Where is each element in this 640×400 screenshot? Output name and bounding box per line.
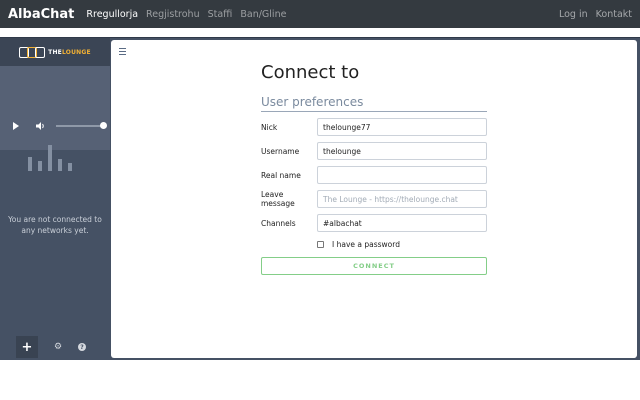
audio-visualizer	[28, 141, 78, 171]
help-icon: ?	[78, 343, 86, 351]
connect-form: Connect to User preferences Nick theloun…	[261, 62, 487, 275]
top-navbar: AlbaChat Rregullorja Regjistrohu Staffi …	[0, 0, 640, 28]
lounge-app-frame: THELOUNGE You are not connected to any n…	[0, 37, 640, 360]
nick-label: Nick	[261, 122, 278, 132]
password-checkbox[interactable]	[317, 241, 324, 248]
no-networks-message: You are not connected to any networks ye…	[8, 215, 102, 235]
main-panel: Connect to User preferences Nick theloun…	[111, 40, 637, 358]
username-row: Username thelounge	[261, 142, 487, 160]
sidebar-footer: + ⚙ ?	[0, 334, 110, 360]
logo-hex-icon	[19, 46, 46, 58]
password-checkbox-row: I have a password	[317, 240, 487, 249]
leave-message-row: Leave message The Lounge - https://thelo…	[261, 190, 487, 208]
section-title: User preferences	[261, 95, 487, 112]
volume-icon[interactable]	[36, 121, 46, 131]
nav-link-regjistrohu[interactable]: Regjistrohu	[146, 9, 200, 20]
nick-input[interactable]: thelounge77	[317, 118, 487, 136]
nav-right: Log in Kontakt	[551, 9, 632, 20]
add-network-button[interactable]: +	[16, 336, 38, 358]
leave-message-input[interactable]: The Lounge - https://thelounge.chat	[317, 190, 487, 208]
volume-slider-track[interactable]	[56, 125, 103, 127]
gear-icon: ⚙	[53, 342, 63, 352]
password-checkbox-label[interactable]: I have a password	[332, 240, 400, 249]
brand-logo[interactable]: AlbaChat	[8, 7, 74, 22]
sidebar: THELOUNGE You are not connected to any n…	[0, 38, 110, 360]
help-button[interactable]: ?	[75, 340, 89, 354]
channels-row: Channels #albachat	[261, 214, 487, 232]
hamburger-icon[interactable]	[119, 48, 126, 57]
settings-button[interactable]: ⚙	[51, 340, 65, 354]
nav-link-staffi[interactable]: Staffi	[208, 9, 233, 20]
leave-message-label: Leave message	[261, 190, 295, 208]
nav-link-kontakt[interactable]: Kontakt	[596, 9, 632, 20]
nick-row: Nick thelounge77	[261, 118, 487, 136]
connect-button[interactable]: CONNECT	[261, 257, 487, 275]
plus-icon: +	[21, 339, 33, 355]
nav-link-rregullorja[interactable]: Rregullorja	[86, 9, 138, 20]
username-label: Username	[261, 146, 300, 156]
nav-link-ban-gline[interactable]: Ban/Gline	[240, 9, 286, 20]
volume-slider-knob[interactable]	[100, 122, 107, 129]
channels-input[interactable]: #albachat	[317, 214, 487, 232]
channels-label: Channels	[261, 218, 296, 228]
play-icon[interactable]	[13, 122, 19, 130]
page-title: Connect to	[261, 62, 360, 83]
the-lounge-logo: THELOUNGE	[0, 38, 110, 66]
audio-player	[0, 66, 110, 171]
realname-label: Real name	[261, 170, 301, 180]
logo-text: THELOUNGE	[48, 48, 91, 56]
realname-row: Real name	[261, 166, 487, 184]
nav-links: Rregullorja Regjistrohu Staffi Ban/Gline	[86, 9, 294, 20]
realname-input[interactable]	[317, 166, 487, 184]
username-input[interactable]: thelounge	[317, 142, 487, 160]
nav-link-login[interactable]: Log in	[559, 9, 588, 20]
